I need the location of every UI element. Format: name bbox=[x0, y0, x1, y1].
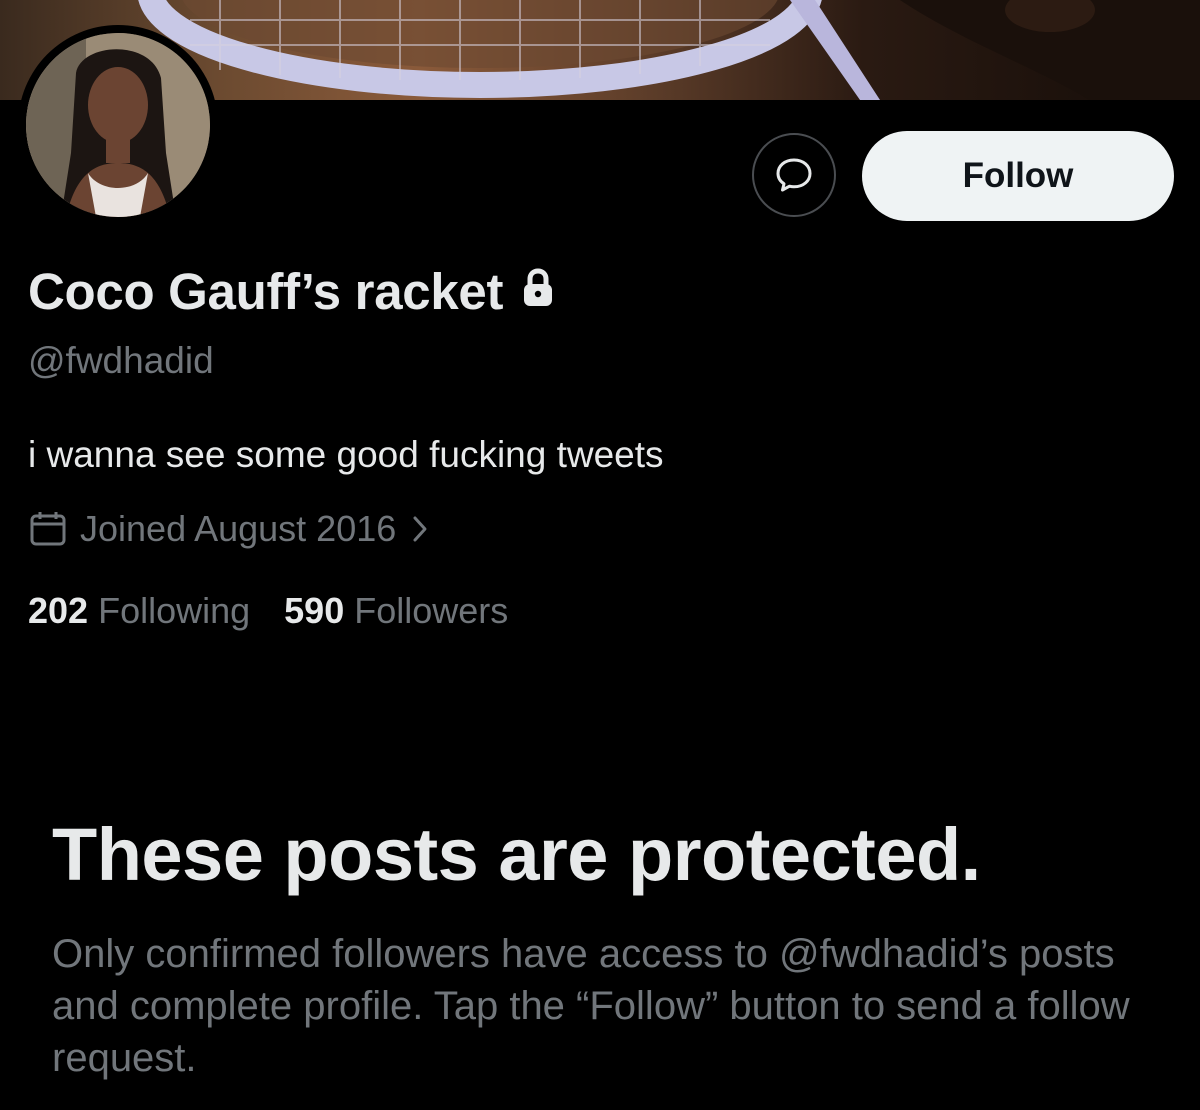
joined-date[interactable]: Joined August 2016 bbox=[28, 508, 428, 550]
display-name-text: Coco Gauff’s racket bbox=[28, 263, 504, 320]
following-count: 202 bbox=[28, 590, 89, 631]
followers-link[interactable]: 590 Followers bbox=[284, 590, 508, 632]
calendar-icon bbox=[28, 510, 68, 548]
chevron-right-icon bbox=[412, 515, 428, 543]
profile-bio: i wanna see some good fucking tweets bbox=[28, 434, 664, 475]
protected-message: Only confirmed followers have access to … bbox=[52, 932, 1130, 1080]
protected-title: These posts are protected. bbox=[52, 813, 981, 896]
followers-count: 590 bbox=[284, 590, 345, 631]
following-link[interactable]: 202 Following bbox=[28, 590, 250, 632]
display-name: Coco Gauff’s racket bbox=[28, 262, 555, 321]
avatar[interactable] bbox=[26, 33, 210, 217]
avatar-frame[interactable] bbox=[18, 25, 218, 225]
profile-stats: 202 Following 590 Followers bbox=[28, 590, 508, 632]
joined-text: Joined August 2016 bbox=[80, 508, 397, 549]
following-label: Following bbox=[98, 590, 251, 631]
followers-label: Followers bbox=[354, 590, 509, 631]
profile-handle: @fwdhadid bbox=[28, 340, 214, 381]
lock-icon bbox=[521, 262, 555, 321]
message-bubble-icon bbox=[776, 158, 812, 192]
follow-button[interactable]: Follow bbox=[862, 131, 1174, 221]
message-button[interactable] bbox=[752, 133, 836, 217]
